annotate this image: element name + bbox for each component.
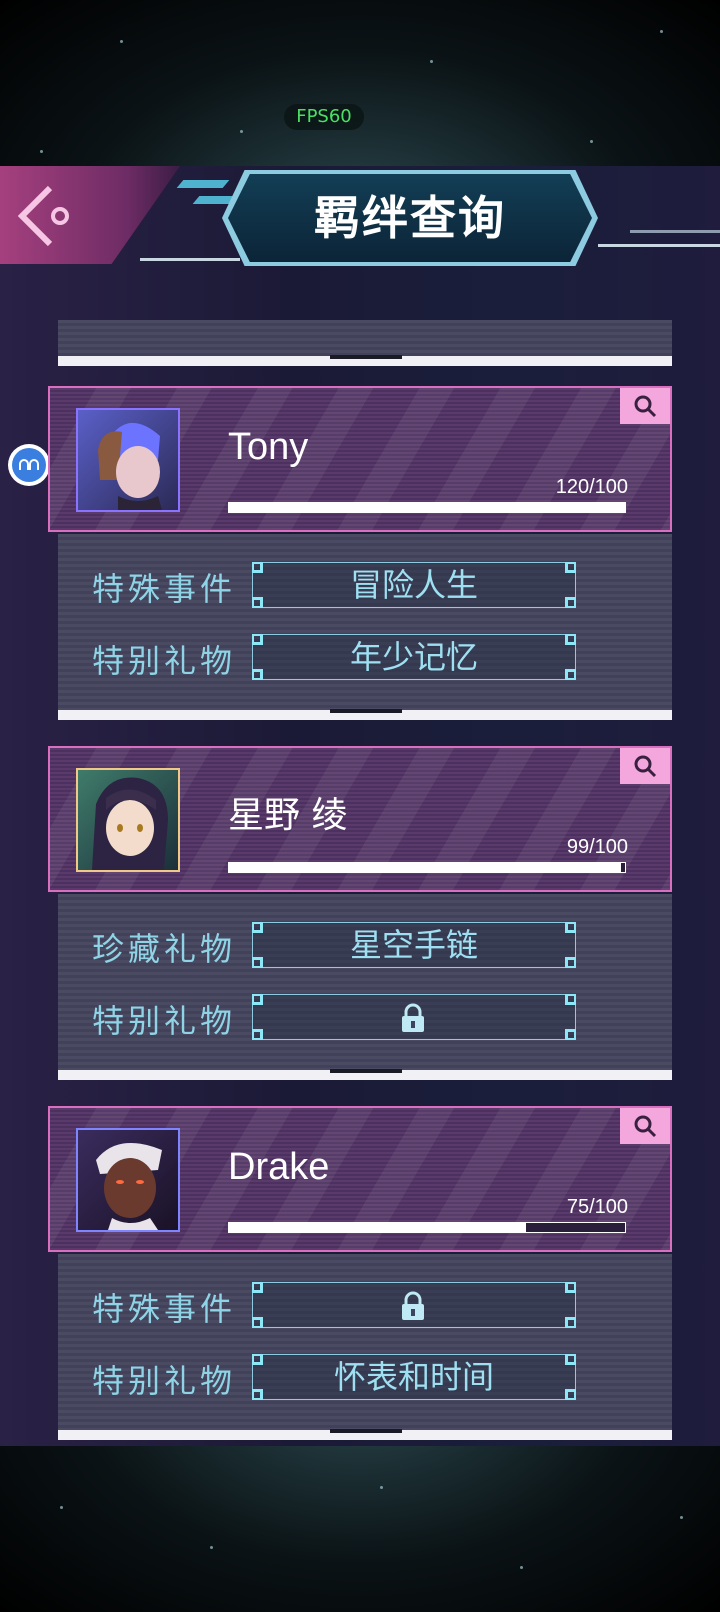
card-footer-notch [330,1429,402,1433]
row-value: 星空手链 [349,926,478,964]
card-footer-notch [330,709,402,713]
affinity-progress-fill [229,503,625,512]
box-corner-mark [565,1389,576,1400]
box-corner-mark [565,562,576,573]
row-value-box[interactable]: 星空手链 [252,922,576,968]
box-corner-mark [565,634,576,645]
padlock-icon [402,1003,424,1032]
row-value-box[interactable]: 怀表和时间 [252,1354,576,1400]
box-corner-mark [565,1282,576,1293]
floating-assistant-button[interactable] [8,444,50,486]
affinity-score: 99/100 [566,836,628,858]
padlock-icon [402,1291,424,1320]
affinity-progress-bar [228,502,626,513]
box-corner-mark [565,1029,576,1040]
affinity-progress-fill [229,863,622,872]
row-label: 珍藏礼物 [92,930,237,968]
box-corner-mark [565,922,576,933]
row-label: 特别礼物 [92,1002,237,1040]
box-corner-mark [252,634,263,645]
fps-counter: FPS60 [284,104,364,130]
character-name: Tony [228,426,309,468]
box-corner-mark [565,597,576,608]
character-avatar[interactable] [76,408,180,512]
search-button[interactable] [620,388,670,424]
row-value: 冒险人生 [349,566,478,604]
row-label: 特别礼物 [92,1362,237,1400]
character-card-header: 星野 绫 99/100 [48,746,672,892]
affinity-progress-bar [228,862,626,873]
header-decoration [140,258,240,261]
affinity-progress-fill [229,1223,526,1232]
box-corner-mark [565,1354,576,1365]
magnifier-icon [634,395,657,418]
row-value-box[interactable]: 冒险人生 [252,562,576,608]
box-corner-mark [252,957,263,968]
back-chevron-icon [17,185,69,247]
space-background-bottom [0,1446,720,1612]
row-value: 年少记忆 [349,638,478,676]
card-footer-notch [330,355,402,359]
row-value-box[interactable] [252,994,576,1040]
affinity-score: 120/100 [555,476,628,498]
box-corner-mark [565,669,576,680]
box-corner-mark [565,957,576,968]
search-button[interactable] [620,1108,670,1144]
box-corner-mark [252,1282,263,1293]
row-label: 特殊事件 [92,1290,237,1328]
box-corner-mark [565,1317,576,1328]
box-corner-mark [252,562,263,573]
box-corner-mark [252,597,263,608]
magnifier-icon [634,1115,657,1138]
row-value: 怀表和时间 [333,1358,494,1396]
box-corner-mark [252,669,263,680]
header-decoration [630,230,720,233]
box-corner-mark [252,994,263,1005]
floating-assistant-icon [19,459,39,470]
row-value-box[interactable] [252,1282,576,1328]
character-card-header: Tony 120/100 [48,386,672,532]
character-card-body: 珍藏礼物 星空手链 特别礼物 [58,894,672,1070]
box-corner-mark [565,994,576,1005]
box-corner-mark [252,1389,263,1400]
partial-card-body [58,320,672,356]
character-avatar[interactable] [76,1128,180,1232]
header-decoration [598,244,720,247]
character-avatar[interactable] [76,768,180,872]
magnifier-icon [634,755,657,778]
box-corner-mark [252,1354,263,1365]
card-footer-notch [330,1069,402,1073]
space-background-top [0,0,720,166]
character-name: 星野 绫 [228,795,348,836]
character-card-body: 特殊事件 特别礼物 怀表和时间 [58,1254,672,1430]
search-button[interactable] [620,748,670,784]
header-decoration [176,180,230,188]
affinity-score: 75/100 [566,1196,628,1218]
row-label: 特殊事件 [92,570,237,608]
row-label: 特别礼物 [92,642,237,680]
box-corner-mark [252,1029,263,1040]
page-title: 羁绊查询 [314,191,506,245]
character-card-body: 特殊事件 冒险人生 特别礼物 年少记忆 [58,534,672,710]
character-name: Drake [228,1146,330,1188]
box-corner-mark [252,922,263,933]
row-value-box[interactable]: 年少记忆 [252,634,576,680]
box-corner-mark [252,1317,263,1328]
character-card-header: Drake 75/100 [48,1106,672,1252]
affinity-progress-bar [228,1222,626,1233]
